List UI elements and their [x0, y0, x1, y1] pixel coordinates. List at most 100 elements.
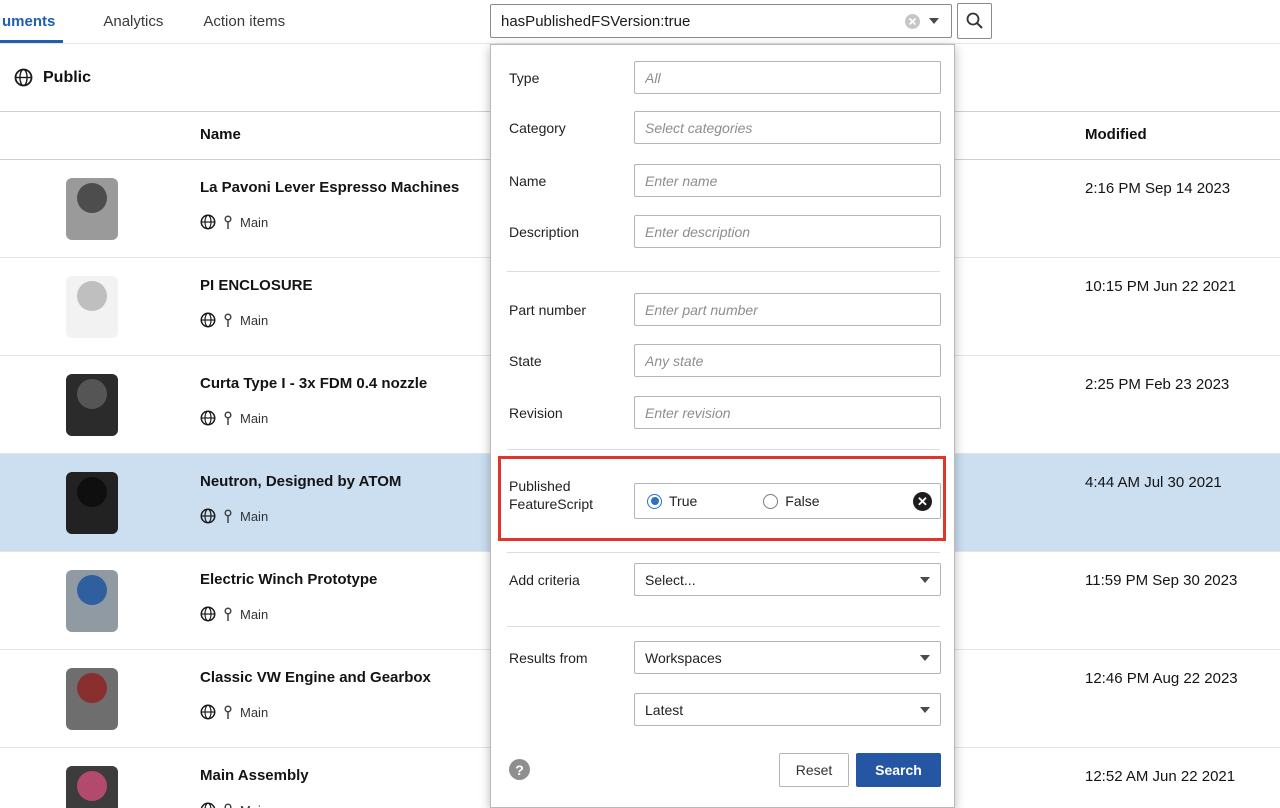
radio-true-label: True — [669, 493, 697, 509]
branch-icon — [223, 705, 233, 720]
published-featurescript-label: Published FeatureScript — [509, 477, 619, 513]
description-input[interactable] — [634, 215, 941, 248]
name-input[interactable] — [634, 164, 941, 197]
help-icon[interactable]: ? — [509, 759, 530, 780]
tab-analytics-label: Analytics — [103, 13, 163, 30]
globe-icon — [200, 410, 216, 426]
clear-criterion-icon[interactable]: ✕ — [913, 492, 932, 511]
column-header-modified[interactable]: Modified — [1085, 126, 1147, 143]
version-dropdown[interactable]: Latest — [634, 693, 941, 726]
radio-option-false[interactable]: False — [763, 493, 819, 509]
branch-name: Main — [240, 803, 268, 808]
branch-icon — [223, 607, 233, 622]
chevron-down-icon — [920, 707, 930, 713]
radio-false-label: False — [785, 493, 819, 509]
chevron-down-icon — [920, 655, 930, 661]
document-thumbnail — [38, 752, 146, 808]
type-label: Type — [509, 69, 627, 87]
search-filter-panel: Type Category Name Description Part numb… — [490, 44, 955, 808]
add-criteria-label: Add criteria — [509, 571, 627, 589]
document-meta: Main — [200, 508, 268, 524]
radio-option-true[interactable]: True — [647, 493, 697, 509]
document-meta: Main — [200, 606, 268, 622]
branch-icon — [223, 411, 233, 426]
branch-name: Main — [240, 411, 268, 426]
branch-name: Main — [240, 607, 268, 622]
modified-timestamp: 12:52 AM Jun 22 2021 — [1085, 768, 1235, 785]
branch-name: Main — [240, 215, 268, 230]
add-criteria-dropdown[interactable]: Select... — [634, 563, 941, 596]
document-thumbnail — [38, 164, 146, 254]
branch-icon — [223, 215, 233, 230]
add-criteria-value: Select... — [645, 572, 696, 588]
tab-documents[interactable]: uments — [0, 0, 63, 43]
modified-timestamp: 12:46 PM Aug 22 2023 — [1085, 670, 1238, 687]
category-input[interactable] — [634, 111, 941, 144]
separator — [507, 552, 940, 553]
revision-input[interactable] — [634, 396, 941, 429]
globe-icon — [200, 704, 216, 720]
state-label: State — [509, 352, 627, 370]
type-input[interactable] — [634, 61, 941, 94]
search-input[interactable] — [491, 13, 900, 30]
tab-action-items-label: Action items — [203, 13, 285, 30]
document-name: Electric Winch Prototype — [200, 571, 377, 588]
modified-timestamp: 2:25 PM Feb 23 2023 — [1085, 376, 1229, 393]
document-name: La Pavoni Lever Espresso Machines — [200, 179, 459, 196]
version-value: Latest — [645, 702, 683, 718]
document-meta: Main — [200, 802, 268, 808]
search-clear-icon[interactable] — [900, 13, 925, 30]
section-title: Public — [43, 69, 91, 87]
filter-search-button[interactable]: Search — [856, 753, 941, 787]
document-thumbnail — [38, 458, 146, 548]
separator — [507, 626, 940, 627]
category-label: Category — [509, 119, 627, 137]
document-meta: Main — [200, 704, 268, 720]
globe-icon — [200, 312, 216, 328]
document-name: Neutron, Designed by ATOM — [200, 473, 401, 490]
tab-documents-label: uments — [2, 13, 55, 30]
branch-icon — [223, 509, 233, 524]
name-label: Name — [509, 172, 627, 190]
revision-label: Revision — [509, 404, 627, 422]
published-featurescript-control: True False ✕ — [634, 483, 941, 519]
column-header-name[interactable]: Name — [200, 126, 241, 143]
tab-analytics[interactable]: Analytics — [103, 0, 163, 43]
globe-icon — [200, 606, 216, 622]
branch-name: Main — [240, 705, 268, 720]
document-meta: Main — [200, 214, 268, 230]
document-meta: Main — [200, 410, 268, 426]
globe-icon — [200, 508, 216, 524]
document-name: Curta Type I - 3x FDM 0.4 nozzle — [200, 375, 427, 392]
branch-name: Main — [240, 313, 268, 328]
branch-name: Main — [240, 509, 268, 524]
globe-icon — [200, 214, 216, 230]
magnifier-icon — [965, 11, 985, 31]
separator — [507, 449, 940, 450]
separator — [507, 271, 940, 272]
global-search — [490, 3, 992, 39]
document-name: Main Assembly — [200, 767, 309, 784]
tab-action-items[interactable]: Action items — [203, 0, 285, 43]
document-thumbnail — [38, 556, 146, 646]
description-label: Description — [509, 223, 627, 241]
modified-timestamp: 11:59 PM Sep 30 2023 — [1085, 572, 1237, 589]
search-dropdown-caret-icon[interactable] — [925, 18, 943, 24]
app-window: uments Analytics Action items — [0, 0, 1280, 808]
results-from-value: Workspaces — [645, 650, 722, 666]
radio-true-icon[interactable] — [647, 494, 662, 509]
reset-button[interactable]: Reset — [779, 753, 849, 787]
modified-timestamp: 4:44 AM Jul 30 2021 — [1085, 474, 1222, 491]
search-submit-button[interactable] — [957, 3, 992, 39]
modified-timestamp: 2:16 PM Sep 14 2023 — [1085, 180, 1230, 197]
document-thumbnail — [38, 654, 146, 744]
search-box — [490, 4, 952, 38]
globe-icon — [200, 802, 216, 808]
part-number-input[interactable] — [634, 293, 941, 326]
results-from-dropdown[interactable]: Workspaces — [634, 641, 941, 674]
globe-icon — [14, 68, 33, 87]
state-input[interactable] — [634, 344, 941, 377]
document-meta: Main — [200, 312, 268, 328]
radio-false-icon[interactable] — [763, 494, 778, 509]
part-number-label: Part number — [509, 301, 627, 319]
